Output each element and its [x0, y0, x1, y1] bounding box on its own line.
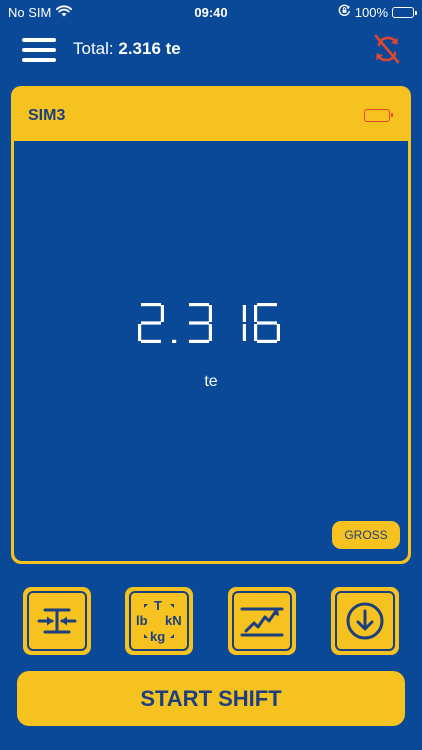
weight-reading-text: 2.316: [288, 301, 289, 302]
segment-d: [256, 339, 277, 343]
status-right: 100%: [338, 4, 417, 20]
peak-hold-button[interactable]: [228, 587, 296, 655]
tool-bar: T lb kN kg: [0, 587, 422, 655]
device-panel: SIM3 2.316 te GROSS: [11, 86, 411, 564]
menu-icon-bar: [22, 48, 56, 52]
segment-b: [160, 305, 164, 322]
weight-unit: te: [204, 373, 218, 390]
total-value: 2.316 te: [118, 39, 181, 58]
device-name: SIM3: [28, 107, 66, 124]
app-header: Total: 2.316 te: [0, 28, 422, 72]
unit-select-icon: T lb kN kg: [129, 591, 189, 651]
menu-button[interactable]: [22, 38, 56, 62]
unit-grid: T lb kN kg: [133, 595, 185, 647]
segment-g: [140, 321, 161, 325]
sync-off-icon[interactable]: [370, 32, 404, 66]
segment-a: [256, 303, 277, 307]
zero-button[interactable]: [23, 587, 91, 655]
battery-icon: [392, 6, 417, 18]
segment-d: [140, 339, 161, 343]
segment-c: [276, 324, 280, 341]
download-button[interactable]: [331, 587, 399, 655]
segment-a: [188, 303, 209, 307]
segment-g: [188, 321, 209, 325]
weight-reading: 2.316: [14, 301, 408, 352]
download-icon: [335, 591, 395, 651]
total-label: Total:: [73, 39, 114, 58]
battery-percent: 100%: [354, 4, 388, 20]
segment-c: [208, 324, 212, 341]
segment-decimal-point: [171, 339, 176, 343]
seven-segment-display: [137, 303, 280, 343]
menu-icon-bar: [22, 38, 56, 42]
menu-icon-bar: [22, 58, 56, 62]
device-panel-body: 2.316 te GROSS: [14, 141, 408, 561]
gross-button[interactable]: GROSS: [332, 521, 400, 549]
peak-hold-icon: [232, 591, 292, 651]
unit-select-button[interactable]: T lb kN kg: [125, 587, 193, 655]
segment-e: [253, 324, 257, 341]
segment-e: [137, 324, 141, 341]
segment-g: [256, 321, 277, 325]
zero-icon: [27, 591, 87, 651]
status-bar: No SIM 09:40 100%: [0, 0, 422, 24]
battery-low-icon: [364, 109, 393, 122]
segment-f: [253, 305, 257, 322]
device-panel-header: SIM3: [14, 89, 408, 141]
total-display: Total: 2.316 te: [73, 39, 181, 59]
start-shift-button[interactable]: START SHIFT: [17, 671, 405, 726]
segment-c: [242, 324, 246, 341]
segment-a: [140, 303, 161, 307]
segment-b: [208, 305, 212, 322]
orientation-lock-icon: [338, 4, 351, 20]
segment-d: [188, 339, 209, 343]
unit-arrows: [144, 604, 174, 638]
segment-b: [242, 305, 246, 322]
